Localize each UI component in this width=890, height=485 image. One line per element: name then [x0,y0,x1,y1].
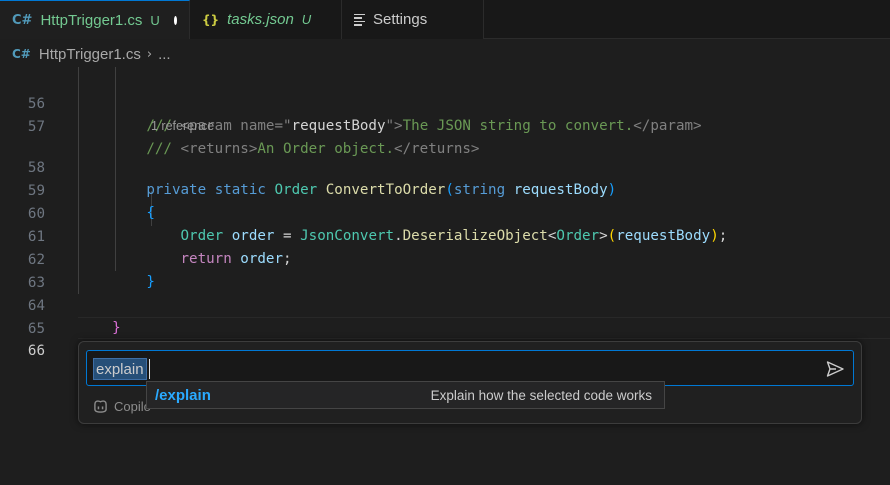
code-line: 63 [0,250,890,291]
code-line: 59 { [0,158,890,221]
untracked-badge: U [150,12,160,28]
codelens-references[interactable]: 1 reference [151,119,214,133]
code-line: 60 Order order = JsonConvert.Deserialize… [0,181,890,244]
send-icon[interactable] [825,359,845,379]
tab-label: tasks.json [227,11,294,28]
code-line-current: 66 [0,318,890,359]
line-number: 66 [27,343,45,359]
text-caret [149,359,150,379]
code-line: 56 /// <param name="requestBody">The JSO… [0,71,890,134]
suggestion-command: /explain [155,387,211,404]
code-line: 58 private static Order ConvertToOrder(s… [0,135,890,198]
tab-settings[interactable]: Settings [342,0,484,39]
code-line: 61 return order; [0,204,890,267]
breadcrumb-more[interactable]: ... [158,46,171,63]
slash-command-suggestion[interactable]: /explain Explain how the selected code w… [146,381,665,409]
tab-label: Settings [373,11,428,28]
breadcrumb-file[interactable]: HttpTrigger1.cs [39,46,141,63]
code-line: 64 } [0,273,890,336]
code-line: 65 } [0,296,890,359]
settings-icon [354,13,365,26]
tab-tasks-json[interactable]: {} tasks.json U [190,0,342,39]
breadcrumb: C# HttpTrigger1.cs › ... [12,41,171,67]
unsaved-dot-icon[interactable] [173,15,177,25]
untracked-badge: U [301,12,312,27]
copilot-icon [94,400,107,413]
suggestion-description: Explain how the selected code works [430,388,652,403]
chevron-right-icon: › [146,46,153,62]
editor-tab-bar: C# HttpTrigger1.cs U {} tasks.json U Set… [0,0,890,39]
code-line: 57 /// <returns>An Order object.</return… [0,94,890,157]
csharp-file-icon: C# [12,47,31,61]
tab-httptrigger1-cs[interactable]: C# HttpTrigger1.cs U [0,0,190,39]
code-line: 62 } [0,227,890,290]
tab-label: HttpTrigger1.cs [40,11,143,29]
csharp-file-icon: C# [12,12,33,28]
json-file-icon: {} [202,12,220,27]
chat-input-value: explain [93,358,147,380]
chat-footer: Copilo [93,397,151,415]
